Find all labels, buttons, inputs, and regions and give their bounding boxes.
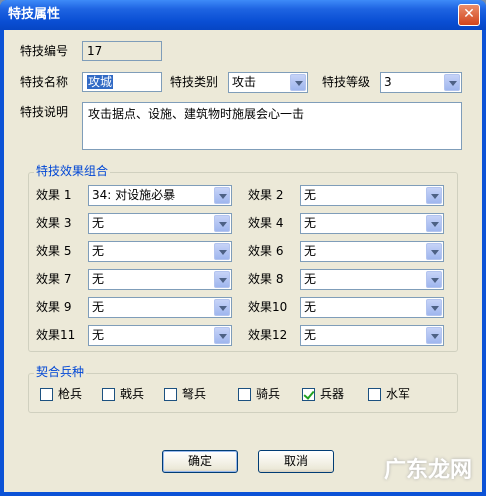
effect-label: 效果 8 xyxy=(248,272,284,286)
troop-checkbox[interactable] xyxy=(368,388,381,401)
troop-checkbox[interactable] xyxy=(164,388,177,401)
effect-value: 无 xyxy=(304,272,317,286)
skill-desc-label: 特技说明 xyxy=(20,105,69,119)
chevron-down-icon[interactable] xyxy=(214,243,230,260)
effect-select[interactable]: 无 xyxy=(300,297,444,318)
window-title: 特技属性 xyxy=(8,7,61,22)
effect-select[interactable]: 无 xyxy=(88,241,232,262)
effect-value: 无 xyxy=(92,244,105,258)
troop-label[interactable]: 弩兵 xyxy=(182,384,206,404)
troop-label[interactable]: 枪兵 xyxy=(58,384,82,404)
skill-level-value: 3 xyxy=(384,75,392,89)
effect-select[interactable]: 无 xyxy=(88,297,232,318)
effect-value: 无 xyxy=(92,216,105,230)
chevron-down-icon[interactable] xyxy=(426,243,442,260)
troop-checkbox[interactable] xyxy=(238,388,251,401)
skill-id-label: 特技编号 xyxy=(20,44,69,58)
effect-value: 无 xyxy=(304,216,317,230)
effect-value: 无 xyxy=(304,328,317,342)
troop-checkbox[interactable] xyxy=(302,388,315,401)
troop-label[interactable]: 戟兵 xyxy=(120,384,144,404)
troop-label[interactable]: 兵器 xyxy=(320,384,344,404)
effect-label: 效果 3 xyxy=(36,216,72,230)
troop-label[interactable]: 骑兵 xyxy=(256,384,280,404)
effect-label: 效果 6 xyxy=(248,244,284,258)
skill-type-select[interactable]: 攻击 xyxy=(228,72,308,93)
effect-label: 效果12 xyxy=(248,328,288,342)
close-button[interactable]: ✕ xyxy=(458,4,480,26)
troop-checkbox[interactable] xyxy=(102,388,115,401)
chevron-down-icon[interactable] xyxy=(444,74,460,91)
chevron-down-icon[interactable] xyxy=(290,74,306,91)
effect-select[interactable]: 无 xyxy=(300,213,444,234)
chevron-down-icon[interactable] xyxy=(214,327,230,344)
skill-name-field[interactable]: 攻城 xyxy=(82,72,162,92)
effect-select[interactable]: 无 xyxy=(300,269,444,290)
chevron-down-icon[interactable] xyxy=(426,271,442,288)
effect-label: 效果11 xyxy=(36,328,76,342)
close-icon: ✕ xyxy=(463,6,475,22)
chevron-down-icon[interactable] xyxy=(214,187,230,204)
effect-label: 效果 9 xyxy=(36,300,72,314)
troop-label[interactable]: 水军 xyxy=(386,384,410,404)
skill-id-field: 17 xyxy=(82,41,162,61)
dialog-client: 特技编号 17 特技名称 攻城 特技类别 攻击 特技等级 3 特技说明 攻击据点… xyxy=(4,30,482,492)
effect-value: 无 xyxy=(304,244,317,258)
skill-level-label: 特技等级 xyxy=(322,75,371,89)
effect-value: 无 xyxy=(304,300,317,314)
chevron-down-icon[interactable] xyxy=(426,187,442,204)
effect-select[interactable]: 无 xyxy=(88,269,232,290)
effect-label: 效果 5 xyxy=(36,244,72,258)
effect-value: 无 xyxy=(92,328,105,342)
effect-label: 效果 1 xyxy=(36,188,72,202)
watermark-text: 广东龙网 xyxy=(383,458,472,483)
effect-value: 无 xyxy=(304,188,317,202)
skill-type-value: 攻击 xyxy=(232,75,257,89)
effect-select[interactable]: 无 xyxy=(300,241,444,262)
troop-checkbox[interactable] xyxy=(40,388,53,401)
skill-type-label: 特技类别 xyxy=(170,75,219,89)
effect-select[interactable]: 无 xyxy=(88,213,232,234)
effect-value: 无 xyxy=(92,300,105,314)
troops-group-title: 契合兵种 xyxy=(34,365,87,379)
skill-name-label: 特技名称 xyxy=(20,75,69,89)
effect-label: 效果 2 xyxy=(248,188,284,202)
effects-group-title: 特技效果组合 xyxy=(34,164,111,178)
effect-label: 效果 7 xyxy=(36,272,72,286)
skill-level-select[interactable]: 3 xyxy=(380,72,462,93)
cancel-button[interactable]: 取消 xyxy=(258,450,334,473)
chevron-down-icon[interactable] xyxy=(214,299,230,316)
skill-name-value: 攻城 xyxy=(87,75,114,89)
effect-select[interactable]: 无 xyxy=(300,185,444,206)
effect-select[interactable]: 34: 对设施必暴 xyxy=(88,185,232,206)
effect-value: 无 xyxy=(92,272,105,286)
chevron-down-icon[interactable] xyxy=(214,215,230,232)
ok-button[interactable]: 确定 xyxy=(162,450,238,473)
chevron-down-icon[interactable] xyxy=(214,271,230,288)
chevron-down-icon[interactable] xyxy=(426,299,442,316)
chevron-down-icon[interactable] xyxy=(426,327,442,344)
skill-desc-textarea[interactable]: 攻击据点、设施、建筑物时施展会心一击 xyxy=(82,102,462,150)
effect-select[interactable]: 无 xyxy=(88,325,232,346)
effect-value: 34: 对设施必暴 xyxy=(92,188,176,202)
title-bar[interactable]: 特技属性 ✕ xyxy=(0,0,486,30)
chevron-down-icon[interactable] xyxy=(426,215,442,232)
effect-label: 效果10 xyxy=(248,300,288,314)
effect-label: 效果 4 xyxy=(248,216,284,230)
effect-select[interactable]: 无 xyxy=(300,325,444,346)
